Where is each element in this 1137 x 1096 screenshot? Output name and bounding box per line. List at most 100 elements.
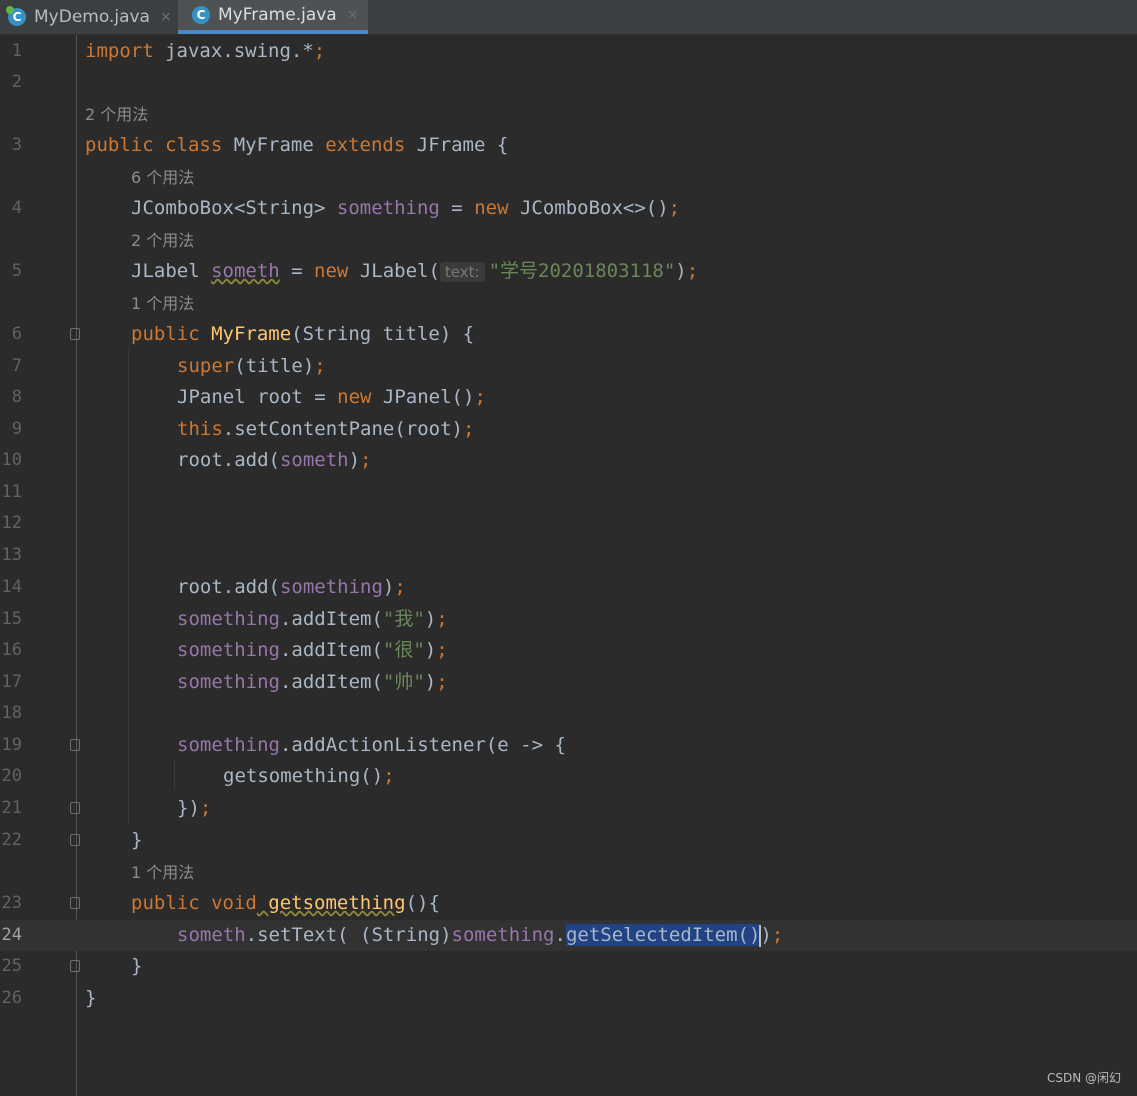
line-number: 21 [1,798,22,818]
field-name: something [177,608,280,630]
line-number: 19 [1,735,22,755]
code-line: 14 root.add(something); [0,572,1137,603]
code-line: 11 [0,477,1137,508]
fold-icon[interactable] [70,897,80,909]
line-number: 25 [1,956,22,976]
usage-hint-row: 6 个用法 [0,162,1137,193]
fold-icon[interactable] [70,834,80,846]
code-line: 19 something.addActionListener(e -> { [0,730,1137,761]
code-line: 17 something.addItem("帅"); [0,667,1137,698]
code-text: JComboBox<>() [508,197,669,219]
code-text: (String title) { [291,323,475,345]
code-text: .addActionListener(e -> { [279,734,566,756]
line-number: 12 [1,513,22,533]
code-text: } [131,829,143,851]
keyword: this [177,418,223,440]
code-line: 8 JPanel root = new JPanel(); [0,382,1137,413]
line-number: 3 [11,135,22,155]
usage-hint[interactable]: 6 个用法 [131,162,194,193]
usage-hint[interactable]: 2 个用法 [131,225,194,256]
method-name: getsomething [256,892,406,914]
code-line: 3 public class MyFrame extends JFrame { [0,130,1137,161]
fold-icon[interactable] [70,328,80,340]
code-text: ) [382,576,395,598]
semicolon: ; [313,40,326,62]
code-text: JComboBox<String> [131,197,337,219]
fold-icon[interactable] [70,739,80,751]
tab-label: MyDemo.java [34,7,150,27]
current-code-line: 24 someth.setText( (String)something.get… [0,920,1137,951]
close-icon[interactable]: × [347,7,359,23]
code-text: JPanel root = [177,386,338,408]
code-text: ) [675,260,687,282]
close-icon[interactable]: × [160,9,172,25]
line-number: 4 [11,198,22,218]
semicolon: ; [383,765,395,787]
code-text: } [131,955,143,977]
string-literal: "我" [382,608,425,630]
code-line: 18 [0,698,1137,729]
line-number: 15 [1,609,22,629]
semicolon: ; [686,260,699,282]
code-line: 10 root.add(someth); [0,445,1137,476]
keyword: public class [85,134,223,156]
usage-hint[interactable]: 2 个用法 [85,99,148,130]
line-number: 9 [11,419,22,439]
code-text: JFrame { [405,134,509,156]
code-text: JPanel() [371,386,475,408]
code-line: 7 super(title); [0,351,1137,382]
line-number: 6 [11,324,22,344]
code-text: javax.swing.* [153,40,314,62]
usage-hint[interactable]: 1 个用法 [131,857,194,888]
keyword: new [474,197,509,219]
code-line: 5 JLabel someth = new JLabel(text: "学号202… [0,256,1137,287]
code-text: JLabel( [348,260,440,282]
code-text: .setContentPane(root) [222,418,463,440]
semicolon: ; [436,671,448,693]
code-line: 22 } [0,825,1137,856]
code-line: 21 }); [0,793,1137,824]
code-line: 25 } [0,951,1137,982]
code-line: 23 public void getsomething(){ [0,888,1137,919]
field-name: something [336,197,440,219]
usage-hint[interactable]: 1 个用法 [131,288,194,319]
watermark: CSDN @闲幻 [1046,1071,1121,1085]
code-text: = [279,260,315,282]
code-text: . [554,924,566,946]
line-number: 10 [1,450,22,470]
code-text: (){ [405,892,440,914]
fold-icon[interactable] [70,960,80,972]
code-text: ) [424,639,437,661]
class-name: MyFrame [222,134,326,156]
line-number: 8 [11,387,22,407]
line-number: 13 [1,545,22,565]
code-text: ) [348,449,361,471]
usage-hint-row: 2 个用法 [0,225,1137,256]
line-number: 18 [1,703,22,723]
line-number: 14 [1,577,22,597]
code-text: } [85,987,97,1009]
code-text: ) [424,608,437,630]
code-text: }) [177,797,200,819]
tab-mydemo[interactable]: C MyDemo.java × [4,0,176,34]
tab-label: MyFrame.java [218,5,337,25]
field-name: someth [279,449,349,471]
selected-text[interactable]: getSelectedItem() [565,924,761,946]
code-line: 6 public MyFrame(String title) { [0,319,1137,350]
code-line: 13 [0,540,1137,571]
code-text: root.add( [177,576,280,598]
string-literal: "学号20201803118" [488,260,676,282]
code-line: 2 [0,67,1137,98]
line-number: 1 [11,41,22,61]
java-class-icon: C [6,6,26,26]
semicolon: ; [771,924,784,946]
code-text: ) [760,924,772,946]
keyword: new [337,386,372,408]
fold-icon[interactable] [70,802,80,814]
semicolon: ; [462,418,475,440]
code-text: .addItem( [279,608,383,630]
field-name: someth [211,260,280,282]
tab-myframe[interactable]: C MyFrame.java × [178,0,368,34]
method-name: MyFrame [199,323,292,345]
field-name: something [177,671,280,693]
